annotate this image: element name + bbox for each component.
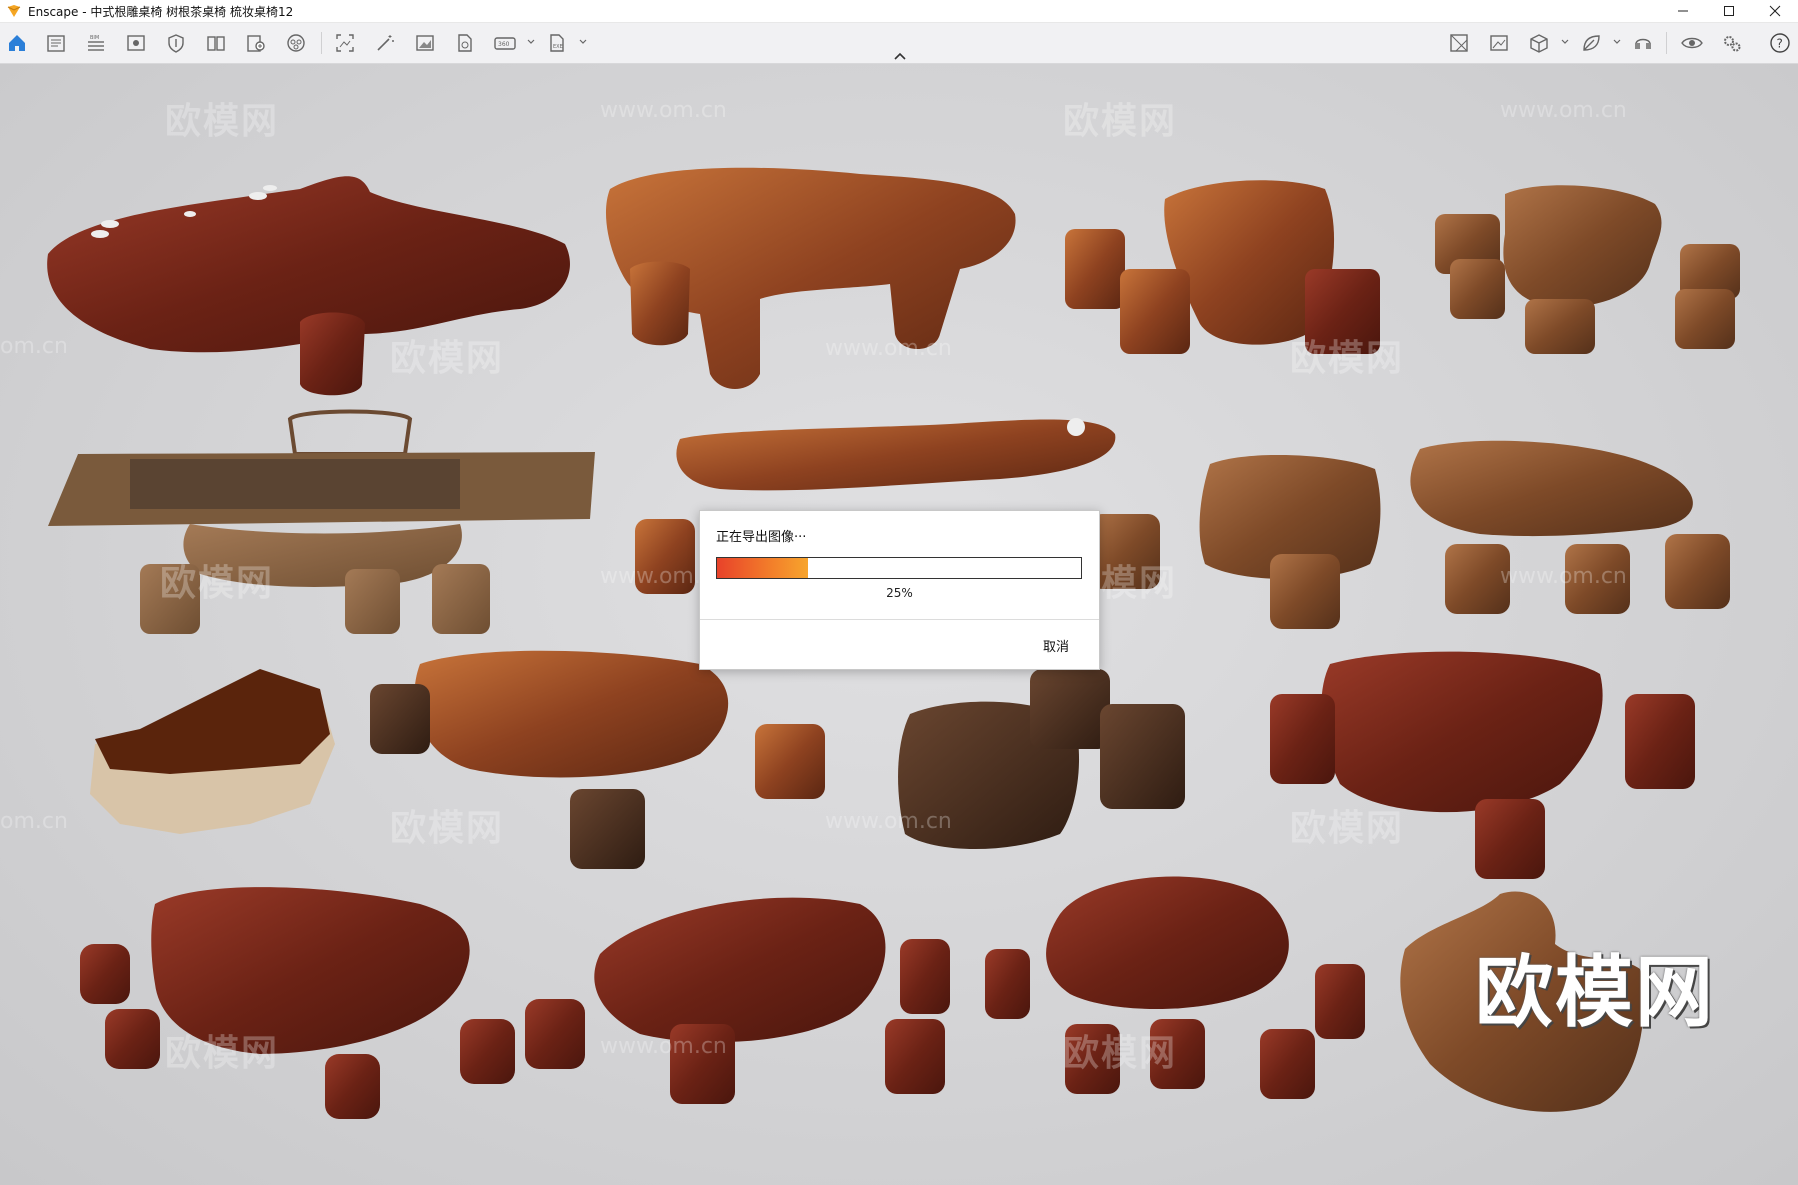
export-icon <box>247 35 265 52</box>
view-button[interactable] <box>124 31 148 55</box>
shield-button[interactable] <box>164 31 188 55</box>
vr-button[interactable] <box>284 31 308 55</box>
gears-icon <box>1724 36 1741 52</box>
root-table-4 <box>1435 185 1740 354</box>
svg-text:BIM: BIM <box>90 35 99 41</box>
dialog-title: 正在导出图像··· <box>716 530 807 545</box>
root-tea-table-2 <box>605 167 1016 389</box>
home-icon <box>9 35 25 51</box>
watermark-brand: 欧模网 <box>160 563 275 604</box>
vr-icon <box>287 34 305 52</box>
eye-button[interactable] <box>1680 31 1704 55</box>
maximize-button[interactable] <box>1706 0 1752 22</box>
svg-text:EXE: EXE <box>553 44 563 50</box>
shield-icon <box>168 34 184 53</box>
svg-text:?: ? <box>1777 37 1783 51</box>
progress-bar <box>716 557 1082 579</box>
minimize-icon <box>1678 10 1688 12</box>
magic-wand-icon <box>377 35 394 51</box>
watermark-brand: 欧模网 <box>165 1033 280 1074</box>
watermark-brand: 欧模网 <box>1063 1033 1178 1074</box>
china-map-table-9 <box>90 669 335 834</box>
chevron-down-icon[interactable] <box>526 37 536 47</box>
screenshot-icon <box>336 34 354 52</box>
eye-icon <box>1681 37 1703 49</box>
export-progress-dialog: 正在导出图像··· 25% 取消 <box>699 510 1100 670</box>
collapse-toolbar-icon[interactable] <box>890 50 910 62</box>
help-button[interactable]: ? <box>1768 31 1792 55</box>
watermark-brand-large: 欧模网 <box>1475 948 1716 1038</box>
image-button[interactable] <box>413 31 437 55</box>
watermark-brand: 欧模网 <box>165 101 280 142</box>
home-button[interactable] <box>5 31 29 55</box>
rosewood-table-14 <box>594 897 950 1104</box>
map-icon <box>1450 34 1468 52</box>
close-icon <box>1769 5 1781 17</box>
watermark-url-partial: om.cn <box>0 334 68 359</box>
cancel-button[interactable]: 取消 <box>1043 636 1069 655</box>
headset-button[interactable] <box>1631 31 1655 55</box>
render-file-button[interactable] <box>453 31 477 55</box>
help-icon: ? <box>1770 33 1790 53</box>
window-controls <box>1660 0 1798 22</box>
headset-icon <box>1635 38 1651 49</box>
bim-list-button[interactable]: BIM <box>84 31 108 55</box>
watermark-url: www.om.cn <box>825 336 952 361</box>
watermark-brand: 欧模网 <box>1290 338 1405 379</box>
leaf-button[interactable] <box>1579 31 1603 55</box>
document-button[interactable] <box>44 31 68 55</box>
root-stump-table-7 <box>1199 454 1381 629</box>
watermark-url: www.om.cn <box>600 1034 727 1059</box>
panorama-360-button[interactable]: 360 <box>493 31 517 55</box>
book-button[interactable] <box>204 31 228 55</box>
gears-button[interactable] <box>1720 31 1744 55</box>
window-title: Enscape - 中式根雕桌椅 树根茶桌椅 梳妆桌椅12 <box>28 4 294 19</box>
view-icon <box>127 35 145 51</box>
toolbar-separator <box>1666 32 1667 54</box>
book-icon <box>207 36 225 51</box>
cube-button[interactable] <box>1527 31 1551 55</box>
chevron-down-icon[interactable] <box>578 37 588 47</box>
magic-wand-button[interactable] <box>373 31 397 55</box>
export-button[interactable] <box>244 31 268 55</box>
maximize-icon <box>1724 6 1734 16</box>
watermark-brand: 欧模网 <box>390 338 505 379</box>
panorama-360-icon: 360 <box>494 37 516 50</box>
chevron-down-icon[interactable] <box>1560 37 1570 47</box>
watermark-url: www.om.cn <box>825 809 952 834</box>
image-settings-icon <box>1490 35 1508 51</box>
screenshot-button[interactable] <box>333 31 357 55</box>
watermark-brand: 欧模网 <box>1063 101 1178 142</box>
close-button[interactable] <box>1752 0 1798 22</box>
minimize-button[interactable] <box>1660 0 1706 22</box>
rosewood-table-13 <box>80 887 585 1119</box>
toolbar-separator <box>321 32 322 54</box>
cube-icon <box>1530 34 1548 53</box>
leaf-icon <box>1583 35 1600 51</box>
image-settings-button[interactable] <box>1487 31 1511 55</box>
title-bar: Enscape - 中式根雕桌椅 树根茶桌椅 梳妆桌椅12 <box>0 0 1798 23</box>
map-button[interactable] <box>1447 31 1471 55</box>
watermark-url: www.om.cn <box>1500 98 1627 123</box>
watermark-url: www.om.cn <box>600 98 727 123</box>
svg-text:360: 360 <box>498 41 510 48</box>
bim-list-icon: BIM <box>88 35 104 51</box>
chevron-down-icon[interactable] <box>1612 37 1622 47</box>
watermark-brand: 欧模网 <box>390 808 505 849</box>
render-file-icon <box>458 34 472 52</box>
progress-percent: 25% <box>886 586 913 600</box>
document-icon <box>47 35 65 52</box>
watermark-url-partial: om.cn <box>0 809 68 834</box>
progress-bar-fill <box>717 558 808 578</box>
watermark-brand: 欧模网 <box>1290 808 1405 849</box>
export-exe-button[interactable]: EXE <box>545 31 569 55</box>
root-stump-set-3 <box>1065 180 1380 354</box>
export-exe-icon: EXE <box>550 34 564 52</box>
watermark-url: www.om.cn <box>1500 564 1627 589</box>
image-icon <box>416 35 434 51</box>
dialog-divider <box>700 619 1099 620</box>
long-wood-table-5 <box>48 409 595 634</box>
enscape-logo-icon <box>6 3 22 19</box>
